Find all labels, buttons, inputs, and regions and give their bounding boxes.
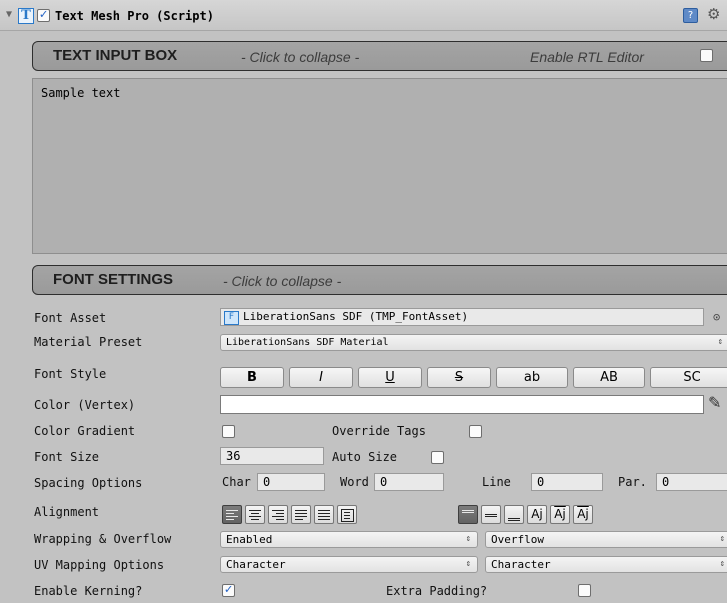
font-asset-label: Font Asset <box>34 311 107 325</box>
uv-vertical-value: Character <box>491 558 551 571</box>
font-size-label: Font Size <box>34 450 100 464</box>
foldout-arrow-icon[interactable]: ▼ <box>6 9 12 20</box>
align-capline-button[interactable]: Aj <box>573 505 593 524</box>
component-enabled-checkbox[interactable] <box>37 7 50 23</box>
uv-vertical-dropdown[interactable]: Character ⇕ <box>485 556 727 573</box>
color-vertex-swatch[interactable] <box>220 395 704 414</box>
auto-size-checkbox[interactable] <box>431 451 444 464</box>
wrapping-value: Enabled <box>226 533 273 546</box>
font-asset-icon: F <box>224 311 239 325</box>
paragraph-spacing-label: Par. <box>618 475 647 489</box>
auto-size-label: Auto Size <box>332 450 398 464</box>
alignment-label: Alignment <box>34 505 100 519</box>
rtl-editor-label: Enable RTL Editor <box>530 49 644 65</box>
dropdown-arrow-icon: ⇕ <box>465 559 471 569</box>
font-asset-field[interactable]: F LiberationSans SDF (TMP_FontAsset) <box>220 308 704 326</box>
color-gradient-checkbox[interactable] <box>222 425 235 438</box>
strikethrough-button[interactable]: S <box>427 367 491 388</box>
align-midline-button[interactable]: Aj <box>550 505 570 524</box>
uv-mapping-label: UV Mapping Options <box>34 558 165 572</box>
kerning-checkbox[interactable] <box>222 582 235 598</box>
help-book-icon[interactable]: ? <box>683 8 698 23</box>
kerning-label: Enable Kerning? <box>34 584 143 598</box>
align-center-button[interactable] <box>245 505 265 524</box>
section-title: TEXT INPUT BOX <box>53 47 178 64</box>
lowercase-button[interactable]: ab <box>496 367 568 388</box>
extra-padding-label: Extra Padding? <box>386 584 488 598</box>
dropdown-arrow-icon: ⇕ <box>717 337 723 347</box>
text-input-area[interactable]: Sample text <box>32 78 727 254</box>
component-title: Text Mesh Pro (Script) <box>55 9 214 23</box>
text-input-section-header[interactable]: TEXT INPUT BOX - Click to collapse - Ena… <box>32 41 727 71</box>
spacing-options-label: Spacing Options <box>34 476 143 490</box>
align-flush-button[interactable] <box>314 505 334 524</box>
align-justified-button[interactable] <box>291 505 311 524</box>
line-spacing-label: Line <box>482 475 511 489</box>
collapse-hint: - Click to collapse - <box>241 49 360 65</box>
material-preset-value: LiberationSans SDF Material <box>226 337 389 348</box>
uv-horizontal-value: Character <box>226 558 286 571</box>
smallcaps-button[interactable]: SC <box>650 367 727 388</box>
material-preset-dropdown[interactable]: LiberationSans SDF Material ⇕ <box>220 334 727 351</box>
align-bottom-button[interactable] <box>504 505 524 524</box>
uppercase-button[interactable]: AB <box>573 367 645 388</box>
char-spacing-field[interactable]: 0 <box>257 473 325 491</box>
overflow-dropdown[interactable]: Overflow ⇕ <box>485 531 727 548</box>
font-style-label: Font Style <box>34 367 107 381</box>
gear-icon[interactable]: ⚙ <box>707 5 720 23</box>
dropdown-arrow-icon: ⇕ <box>465 534 471 544</box>
rtl-editor-checkbox[interactable] <box>700 49 713 62</box>
override-tags-checkbox[interactable] <box>469 425 482 438</box>
material-preset-label: Material Preset <box>34 335 143 349</box>
align-top-button[interactable] <box>458 505 478 524</box>
wrapping-dropdown[interactable]: Enabled ⇕ <box>220 531 478 548</box>
word-spacing-field[interactable]: 0 <box>374 473 444 491</box>
dropdown-arrow-icon: ⇕ <box>719 559 725 569</box>
font-settings-section-header[interactable]: FONT SETTINGS - Click to collapse - <box>32 265 727 295</box>
color-vertex-label: Color (Vertex) <box>34 398 136 412</box>
underline-button[interactable]: U <box>358 367 422 388</box>
align-baseline-button[interactable]: Aj <box>527 505 547 524</box>
overflow-value: Overflow <box>491 533 544 546</box>
font-size-field[interactable]: 36 <box>220 447 324 465</box>
uv-horizontal-dropdown[interactable]: Character ⇕ <box>220 556 478 573</box>
paragraph-spacing-field[interactable]: 0 <box>656 473 727 491</box>
italic-button[interactable]: I <box>289 367 353 388</box>
baseline-icon: Aj <box>531 507 543 521</box>
align-geometry-center-button[interactable] <box>337 505 357 524</box>
dropdown-arrow-icon: ⇕ <box>719 534 725 544</box>
section-title: FONT SETTINGS <box>53 271 173 288</box>
align-right-button[interactable] <box>268 505 288 524</box>
char-spacing-label: Char <box>222 475 251 489</box>
wrapping-overflow-label: Wrapping & Overflow <box>34 532 172 546</box>
override-tags-label: Override Tags <box>332 424 426 438</box>
eyedropper-icon[interactable]: ✎ <box>708 393 721 412</box>
midline-icon: Aj <box>554 507 566 521</box>
capline-icon: Aj <box>577 507 589 521</box>
line-spacing-field[interactable]: 0 <box>531 473 603 491</box>
text-mesh-pro-icon: T <box>18 8 34 24</box>
align-left-button[interactable] <box>222 505 242 524</box>
collapse-hint: - Click to collapse - <box>223 273 342 289</box>
word-spacing-label: Word <box>340 475 369 489</box>
color-gradient-label: Color Gradient <box>34 424 136 438</box>
extra-padding-checkbox[interactable] <box>578 584 591 597</box>
object-picker-icon[interactable]: ⊙ <box>713 310 720 324</box>
bold-button[interactable]: B <box>220 367 284 388</box>
align-middle-button[interactable] <box>481 505 501 524</box>
font-asset-value: LiberationSans SDF (TMP_FontAsset) <box>243 310 469 323</box>
